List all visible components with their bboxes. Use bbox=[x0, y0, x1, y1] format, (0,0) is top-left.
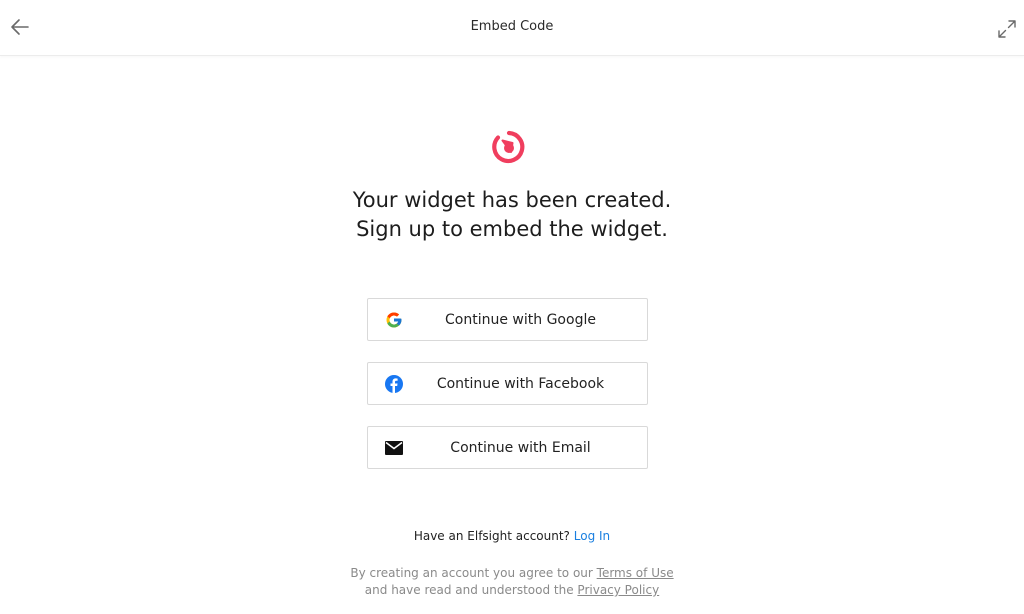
page-title: Embed Code bbox=[470, 19, 554, 34]
terms-of-use-link[interactable]: Terms of Use bbox=[597, 566, 674, 580]
login-prompt: Have an Elfsight account? Log In bbox=[0, 529, 1024, 543]
continue-with-facebook-button[interactable]: Continue with Facebook bbox=[367, 362, 648, 405]
login-link[interactable]: Log In bbox=[574, 529, 610, 543]
legal-line-2-text: and have read and understood the bbox=[364, 583, 574, 597]
expand-button[interactable] bbox=[994, 16, 1020, 42]
top-bar: Embed Code bbox=[0, 0, 1024, 56]
legal-line-1-text: By creating an account you agree to our bbox=[350, 566, 593, 580]
elfsight-logo-icon bbox=[492, 130, 525, 164]
login-prompt-text: Have an Elfsight account? bbox=[413, 529, 570, 543]
legal-line-1: By creating an account you agree to our … bbox=[0, 565, 1024, 582]
legal-notice: By creating an account you agree to our … bbox=[0, 565, 1024, 599]
continue-with-google-button[interactable]: Continue with Google bbox=[367, 298, 648, 341]
google-button-label: Continue with Google bbox=[445, 312, 596, 328]
facebook-button-label: Continue with Facebook bbox=[436, 376, 605, 392]
privacy-policy-link[interactable]: Privacy Policy bbox=[577, 583, 659, 597]
email-button-label: Continue with Email bbox=[450, 440, 591, 456]
continue-with-email-button[interactable]: Continue with Email bbox=[367, 426, 648, 469]
legal-line-2: and have read and understood the Privacy… bbox=[0, 582, 1024, 599]
expand-icon bbox=[998, 20, 1016, 38]
headline-line-2: Sign up to embed the widget. bbox=[356, 217, 668, 241]
headline-line-1: Your widget has been created. bbox=[352, 188, 672, 212]
headline: Your widget has been created. Sign up to… bbox=[0, 186, 1024, 244]
